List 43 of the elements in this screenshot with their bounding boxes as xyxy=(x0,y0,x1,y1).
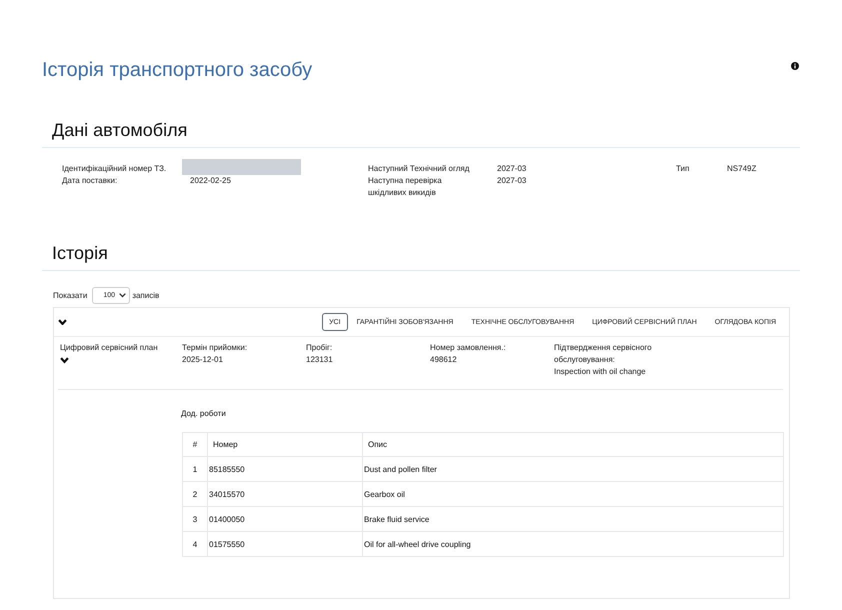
field-label: Наступна перевірка шкідливих викидів xyxy=(368,175,443,199)
record-field-label: Термін прийомки: xyxy=(182,342,248,354)
record-type: Цифровий сервісний план xyxy=(60,342,158,354)
field-value: 2027-03 xyxy=(497,175,526,187)
entries-suffix: записів xyxy=(132,291,160,300)
table-cell: 3 xyxy=(182,506,208,532)
section-heading: Історія xyxy=(52,242,108,264)
record-field-value: 498612 xyxy=(430,354,457,366)
table-header-cell: Опис xyxy=(362,432,784,456)
chevron-icon[interactable] xyxy=(60,357,69,364)
table-cell: Gearbox oil xyxy=(362,482,784,506)
record-field-value: 2025-12-01 xyxy=(182,354,223,366)
chevron-icon[interactable] xyxy=(58,318,67,326)
section-heading: Дані автомобіля xyxy=(52,119,188,141)
table-cell: 4 xyxy=(182,532,208,556)
table-header-cell: # xyxy=(182,432,208,456)
table-header-cell: Номер xyxy=(208,432,362,456)
field-label: Наступний Технічний огляд xyxy=(368,163,470,175)
table-cell: 1 xyxy=(182,456,208,482)
field-label: Ідентифікаційний номер ТЗ. xyxy=(62,163,166,175)
table-cell: 2 xyxy=(182,482,208,506)
extra-work-heading: Дод. роботи xyxy=(181,408,226,420)
field-label: Дата поставки: xyxy=(62,175,118,187)
record-field-label: Пробіг: xyxy=(306,342,332,354)
record-field-label: Номер замовлення.: xyxy=(430,342,506,354)
table-cell: 34015570 xyxy=(208,482,362,506)
field-value: NS749Z xyxy=(727,163,756,175)
field-label: Тип xyxy=(676,163,690,175)
table-cell: 01575550 xyxy=(208,532,362,556)
record-field-value: 123131 xyxy=(306,354,333,366)
field-value: 2022-02-25 xyxy=(190,175,231,187)
info-icon[interactable] xyxy=(791,62,799,70)
table-cell: Brake fluid service xyxy=(362,506,784,532)
page-title: Історія транспортного засобу xyxy=(42,58,312,82)
table-cell: Dust and pollen filter xyxy=(362,456,784,482)
table-cell: Oil for all-wheel drive coupling xyxy=(362,532,784,556)
caret-icon xyxy=(119,293,126,298)
field-value: 2027-03 xyxy=(497,163,526,175)
record-field-label: Підтвердження сервісного обслуговування: xyxy=(554,342,653,366)
record-field-value: Inspection with oil change xyxy=(554,366,646,378)
entries-label: Показати xyxy=(53,291,88,300)
table-cell: 01400050 xyxy=(208,506,362,532)
table-cell: 85185550 xyxy=(208,456,362,482)
